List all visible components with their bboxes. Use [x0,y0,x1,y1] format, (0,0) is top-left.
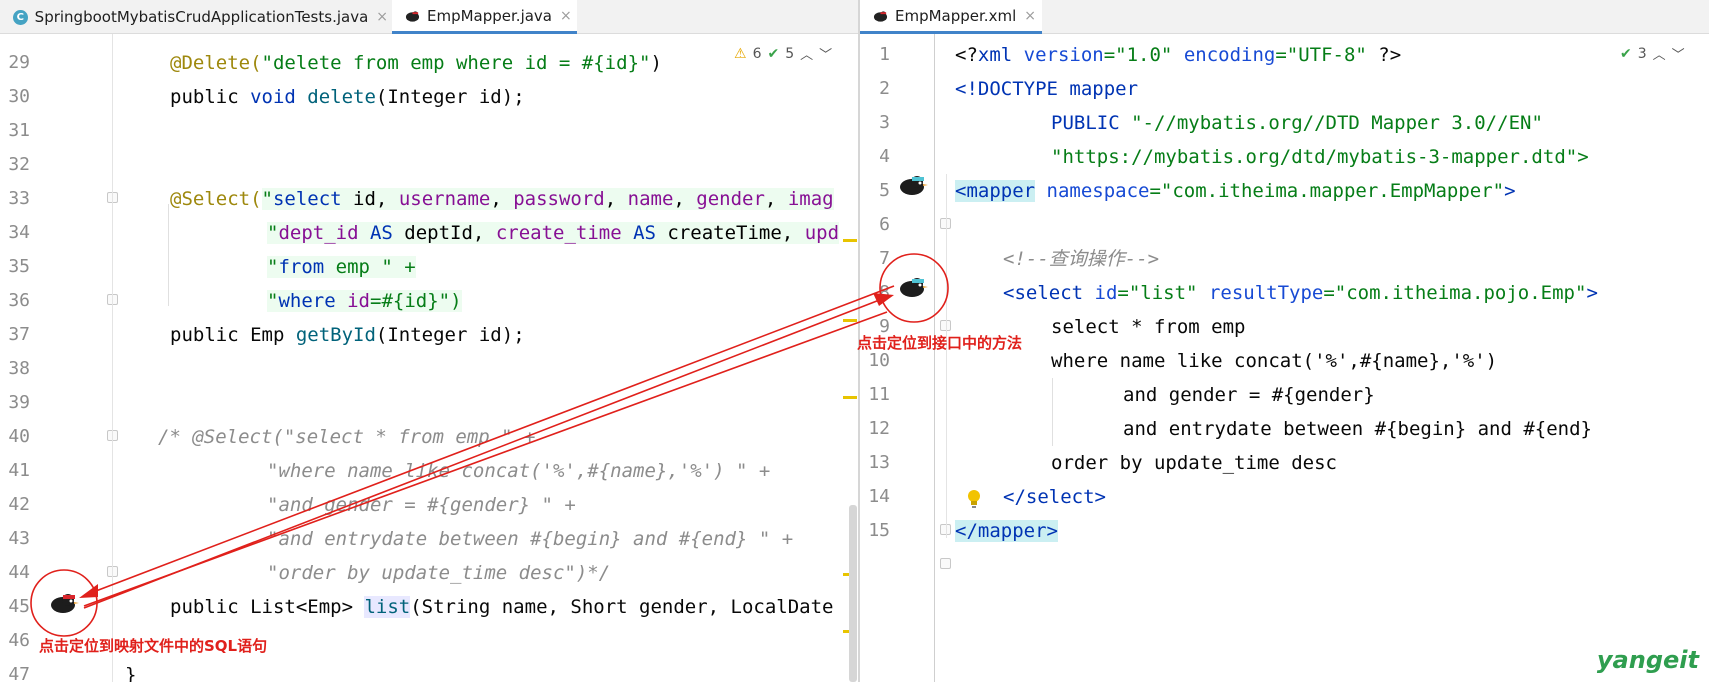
code-line-35: "from emp " + [267,256,416,278]
scroll-marker[interactable] [843,239,857,242]
code-line-40: /* @Select("select * from emp " + [158,426,536,448]
left-tab-bar: C SpringbootMybatisCrudApplicationTests.… [0,0,858,34]
code-line-33: @Select("select id, username, password, … [170,188,834,210]
callout-navigate-to-interface: 点击定位到接口中的方法 [857,334,1023,352]
right-tab-bar: EmpMapper.xml × [860,0,1709,34]
tab-empmapper-xml[interactable]: EmpMapper.xml × [860,0,1042,34]
code-line-13: order by update_time desc [1051,452,1337,474]
code-line-12: and entrydate between #{begin} and #{end… [1123,418,1592,440]
fold-guide [946,174,947,538]
line-number: 12 [868,418,890,439]
code-line-4: "https://mybatis.org/dtd/mybatis-3-mappe… [1051,146,1589,168]
left-code-area[interactable]: @Delete("delete from emp where id = #{id… [113,34,843,682]
line-number: 40 [8,426,30,447]
line-number: 1 [879,44,890,65]
tab-label: EmpMapper.xml [895,6,1017,25]
line-number: 29 [8,52,30,73]
code-line-43: "and entrydate between #{begin} and #{en… [267,528,794,550]
left-editor-pane: C SpringbootMybatisCrudApplicationTests.… [0,0,858,682]
close-icon[interactable]: × [1024,8,1036,24]
line-number: 37 [8,324,30,345]
mybatis-navigate-to-method-icon[interactable] [898,275,932,301]
tab-label: SpringbootMybatisCrudApplicationTests.ja… [34,8,369,26]
code-line-5: <mapper namespace="com.itheima.mapper.Em… [955,180,1516,202]
line-number: 35 [8,256,30,277]
line-number: 7 [879,248,890,269]
code-line-34: "dept_id AS deptId, create_time AS creat… [267,222,840,244]
c-class-icon: C [13,9,28,25]
watermark-logo: yangeit [1596,646,1699,674]
code-line-10: where name like concat('%',#{name},'%') [1051,350,1498,372]
line-number: 15 [868,520,890,541]
code-line-29: @Delete("delete from emp where id = #{id… [170,52,662,74]
line-number: 43 [8,528,30,549]
close-icon[interactable]: × [376,9,388,25]
left-gutter: 29 30 31 32 33 34 35 36 37 38 39 40 41 4… [0,34,118,682]
left-scrollbar[interactable] [849,505,857,682]
line-number: 41 [8,460,30,481]
line-number: 36 [8,290,30,311]
line-number: 44 [8,562,30,583]
gutter-separator [934,34,935,682]
line-number: 32 [8,154,30,175]
right-code-area[interactable]: <?xml version="1.0" encoding="UTF-8" ?> … [955,34,1695,682]
line-number: 33 [8,188,30,209]
line-number: 6 [879,214,890,235]
line-number: 4 [879,146,890,167]
line-number: 2 [879,78,890,99]
code-line-15: </mapper> [955,520,1058,542]
mybatis-navigate-to-interface-icon[interactable] [898,173,932,199]
fold-marker[interactable] [940,558,951,569]
line-number: 3 [879,112,890,133]
tab-springboot-tests[interactable]: C SpringbootMybatisCrudApplicationTests.… [0,0,388,34]
line-number: 47 [8,664,30,682]
code-line-41: "where name like concat('%',#{name},'%')… [267,460,771,482]
lightbulb-icon[interactable] [966,488,982,510]
callout-navigate-to-xml: 点击定位到映射文件中的SQL语句 [39,637,268,655]
indent-guide [1052,378,1053,446]
code-line-47: } [125,664,137,682]
tab-label: EmpMapper.java [427,6,553,25]
line-number: 39 [8,392,30,413]
line-number: 31 [8,120,30,141]
scroll-marker[interactable] [843,396,857,399]
line-number: 46 [8,630,30,651]
line-number: 38 [8,358,30,379]
code-line-14: </select> [1003,486,1106,508]
line-number: 30 [8,86,30,107]
code-line-37: public Emp getById(Integer id); [170,324,525,346]
line-number: 45 [8,596,30,617]
right-gutter: 1 2 3 4 5 6 7 8 9 10 11 12 13 14 15 [860,34,951,682]
line-number: 11 [868,384,890,405]
close-icon[interactable]: × [560,8,572,24]
code-line-3: PUBLIC "-//mybatis.org//DTD Mapper 3.0//… [1051,112,1543,134]
line-number: 42 [8,494,30,515]
line-number: 14 [868,486,890,507]
line-number: 13 [868,452,890,473]
code-line-8: <select id="list" resultType="com.itheim… [1003,282,1598,304]
indent-guide [168,204,169,306]
mybatis-bird-icon [405,8,420,23]
mybatis-bird-icon [873,8,888,23]
mybatis-navigate-to-xml-icon[interactable] [49,591,83,617]
code-line-36: "where id=#{id}") [267,290,462,312]
code-line-44: "order by update_time desc")*/ [267,562,611,584]
line-number: 34 [8,222,30,243]
scroll-marker[interactable] [843,319,857,322]
code-line-45: public List<Emp> list(String name, Short… [170,596,834,618]
code-line-1: <?xml version="1.0" encoding="UTF-8" ?> [955,44,1402,66]
line-number: 8 [879,282,890,303]
code-line-9: select * from emp [1051,316,1246,338]
line-number: 5 [879,180,890,201]
code-line-42: "and gender = #{gender} " + [267,494,576,516]
code-line-11: and gender = #{gender} [1123,384,1375,406]
code-line-2: <!DOCTYPE mapper [955,78,1139,100]
code-line-30: public void delete(Integer id); [170,86,525,108]
tab-empmapper-java[interactable]: EmpMapper.java × [392,0,577,34]
code-line-7: <!--查询操作--> [1003,248,1160,270]
